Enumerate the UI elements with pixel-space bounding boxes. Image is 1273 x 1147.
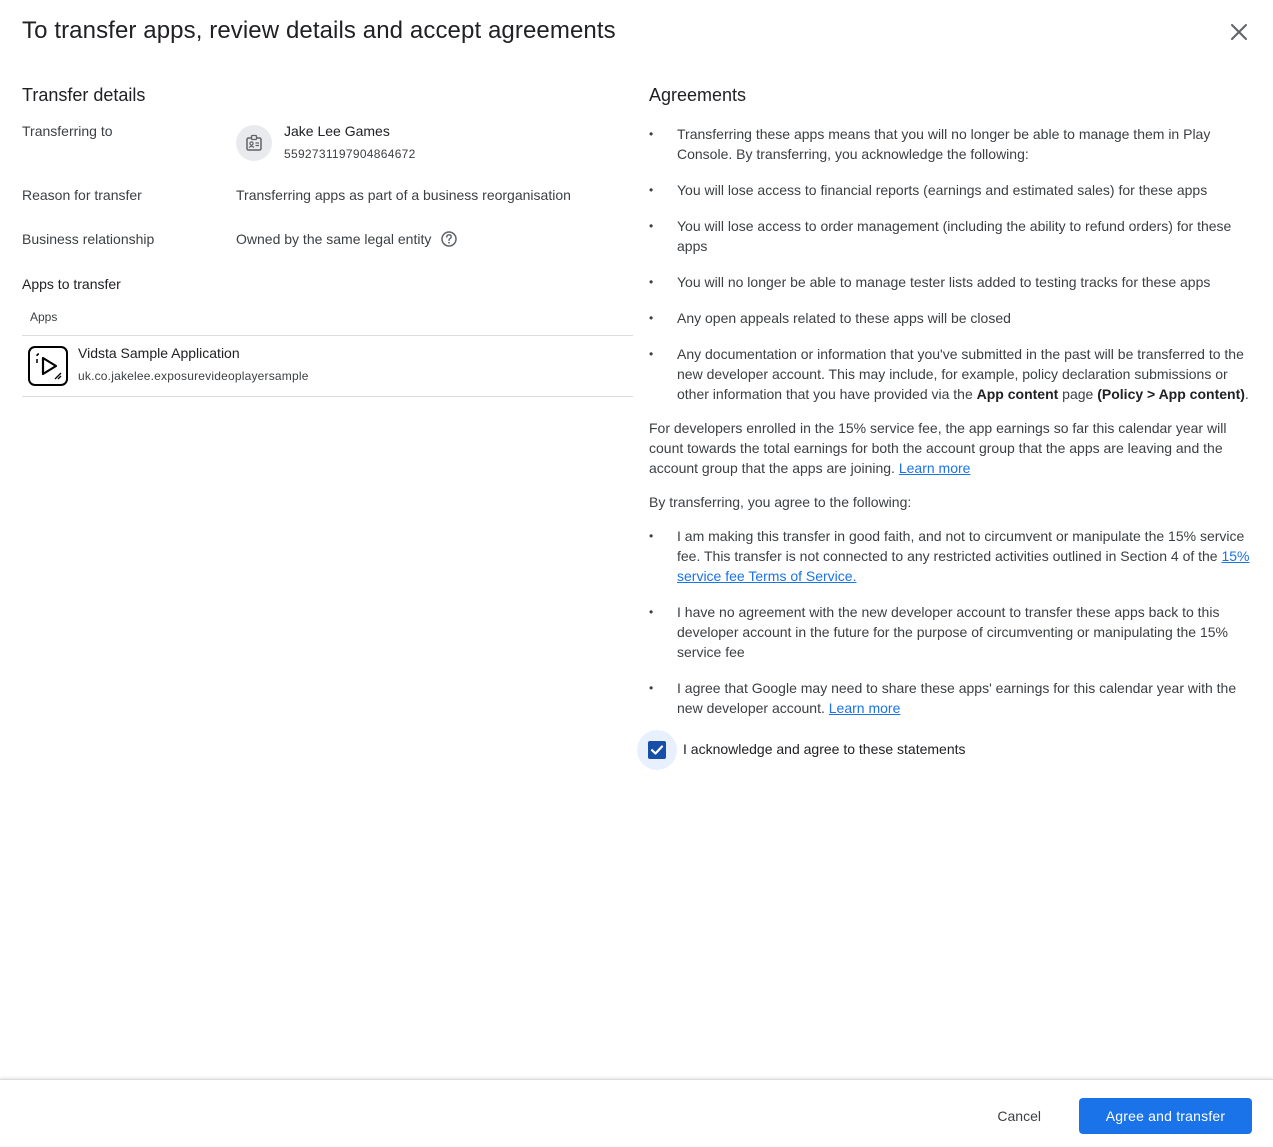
dialog-header: To transfer apps, review details and acc…: [22, 16, 1253, 48]
developer-avatar: [236, 125, 272, 161]
app-content-bold: App content: [976, 386, 1059, 402]
agree-and-transfer-button[interactable]: Agree and transfer: [1079, 1098, 1252, 1134]
good-faith-text: I am making this transfer in good faith,…: [677, 528, 1245, 564]
share-learn-more-link[interactable]: Learn more: [829, 700, 901, 716]
app-icon: [28, 346, 68, 386]
terms-list: I am making this transfer in good faith,…: [649, 526, 1255, 718]
relationship-label: Business relationship: [22, 231, 155, 247]
developer-badge-icon: [246, 134, 262, 151]
developer-id: 5592731197904864672: [284, 147, 416, 161]
list-item-documentation: Any documentation or information that yo…: [649, 344, 1255, 404]
apps-column-header: Apps: [22, 308, 633, 336]
transfer-details-title: Transfer details: [22, 85, 146, 105]
learn-more-link[interactable]: Learn more: [899, 460, 971, 476]
docs-text-suffix: .: [1244, 386, 1249, 402]
list-item: Transferring these apps means that you w…: [649, 124, 1255, 164]
list-item-good-faith: I am making this transfer in good faith,…: [649, 526, 1255, 586]
transferring-to-label: Transferring to: [22, 123, 113, 139]
help-icon: [441, 231, 457, 247]
close-button[interactable]: [1225, 18, 1253, 46]
reason-value: Transferring apps as part of a business …: [236, 187, 571, 203]
close-icon: [1231, 24, 1247, 40]
list-item: You will no longer be able to manage tes…: [649, 272, 1255, 292]
dialog-title: To transfer apps, review details and acc…: [22, 17, 616, 44]
developer-name: Jake Lee Games: [284, 123, 390, 139]
agreements-list: Transferring these apps means that you w…: [649, 124, 1255, 404]
play-icon: [36, 353, 62, 380]
list-item: You will lose access to financial report…: [649, 180, 1255, 200]
agreements-title: Agreements: [649, 85, 747, 105]
fee-paragraph: For developers enrolled in the 15% servi…: [649, 418, 1255, 478]
relationship-help-button[interactable]: [440, 230, 458, 248]
table-row: Vidsta Sample Application uk.co.jakelee.…: [22, 336, 633, 397]
apps-table: Apps Vidsta Sample Application uk.co.jak…: [22, 308, 633, 397]
relationship-value: Owned by the same legal entity: [236, 231, 432, 247]
docs-text-middle: page: [1058, 386, 1098, 402]
agreements-panel: Agreements Transferring these apps means…: [637, 82, 1255, 770]
list-item-no-agreement: I have no agreement with the new develop…: [649, 602, 1255, 662]
apps-to-transfer-title: Apps to transfer: [22, 276, 121, 292]
agree-intro: By transferring, you agree to the follow…: [649, 494, 912, 510]
acknowledge-label[interactable]: I acknowledge and agree to these stateme…: [683, 741, 966, 757]
app-package: uk.co.jakelee.exposurevideoplayersample: [78, 369, 309, 383]
list-item: Any open appeals related to these apps w…: [649, 308, 1255, 328]
policy-path-bold: (Policy > App content): [1097, 386, 1245, 402]
app-name: Vidsta Sample Application: [78, 345, 240, 361]
cancel-button[interactable]: Cancel: [985, 1098, 1053, 1134]
reason-label: Reason for transfer: [22, 187, 142, 203]
checkmark-icon: [650, 745, 664, 755]
dialog-footer: Cancel Agree and transfer: [0, 1079, 1273, 1147]
list-item-share-earnings: I agree that Google may need to share th…: [649, 678, 1255, 718]
acknowledge-checkbox[interactable]: [648, 741, 666, 759]
acknowledge-row: I acknowledge and agree to these stateme…: [637, 728, 1255, 770]
list-item: You will lose access to order management…: [649, 216, 1255, 256]
share-earnings-text: I agree that Google may need to share th…: [677, 680, 1237, 716]
